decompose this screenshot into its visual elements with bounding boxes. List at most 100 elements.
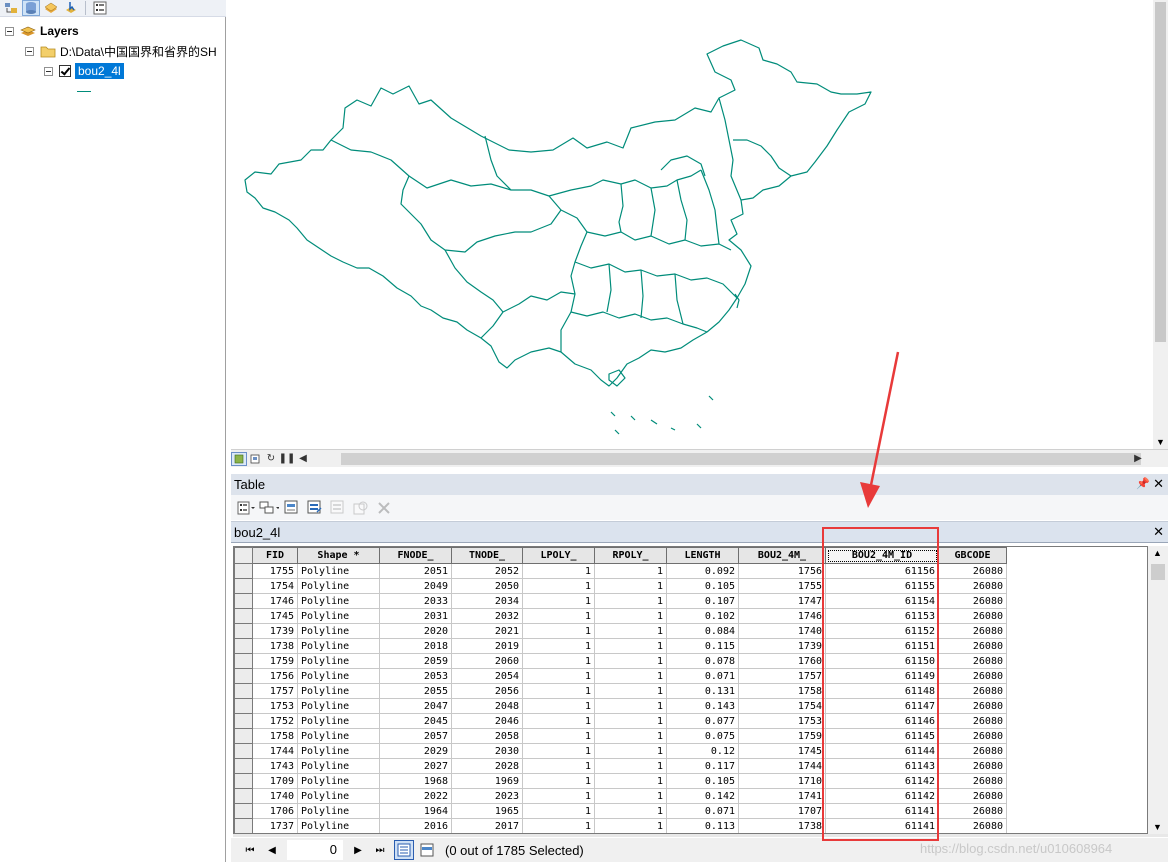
table-cell[interactable]: 0.12 bbox=[666, 743, 739, 759]
pin-icon[interactable]: 📌 bbox=[1136, 477, 1150, 490]
table-cell[interactable]: Polyline bbox=[297, 818, 380, 833]
table-cell[interactable]: 1965 bbox=[451, 803, 523, 819]
table-cell[interactable]: 1 bbox=[594, 623, 667, 639]
column-header[interactable]: Shape * bbox=[297, 547, 380, 564]
table-cell[interactable]: 0.071 bbox=[666, 668, 739, 684]
table-cell[interactable]: 26080 bbox=[938, 818, 1007, 833]
table-cell[interactable]: 61142 bbox=[825, 788, 939, 804]
table-cell[interactable]: 1 bbox=[594, 728, 667, 744]
table-cell[interactable]: 2031 bbox=[379, 608, 452, 624]
table-cell[interactable]: 1 bbox=[594, 683, 667, 699]
row-selector[interactable] bbox=[234, 653, 253, 669]
table-cell[interactable]: 61152 bbox=[825, 623, 939, 639]
table-cell[interactable]: 1755 bbox=[738, 578, 826, 594]
table-cell[interactable]: Polyline bbox=[297, 623, 380, 639]
table-cell[interactable]: 2045 bbox=[379, 713, 452, 729]
layer-node-bou2-4l[interactable]: bou2_4l bbox=[44, 62, 124, 80]
table-cell[interactable]: 61146 bbox=[825, 713, 939, 729]
scroll-right-icon[interactable]: ▶ bbox=[1130, 452, 1146, 466]
data-view-icon[interactable] bbox=[231, 451, 247, 466]
table-cell[interactable]: 2027 bbox=[379, 758, 452, 774]
table-cell[interactable]: 1 bbox=[522, 818, 595, 833]
table-cell[interactable]: 1758 bbox=[252, 728, 298, 744]
table-cell[interactable]: 2054 bbox=[451, 668, 523, 684]
table-row[interactable]: 1755 Polyline 2051 2052 1 1 0.092 1756 61156 2608… bbox=[234, 563, 1007, 579]
table-cell[interactable]: 61141 bbox=[825, 803, 939, 819]
current-record-input[interactable]: 0 bbox=[287, 840, 343, 860]
table-cell[interactable]: 61144 bbox=[825, 743, 939, 759]
collapse-icon[interactable] bbox=[44, 66, 53, 76]
table-cell[interactable]: 1 bbox=[594, 758, 667, 774]
row-selector[interactable] bbox=[234, 803, 253, 819]
table-cell[interactable]: 1 bbox=[522, 653, 595, 669]
table-cell[interactable]: 1759 bbox=[252, 653, 298, 669]
table-row[interactable]: 1739 Polyline 2020 2021 1 1 0.084 1740 61152 2608… bbox=[234, 623, 1007, 639]
row-selector[interactable] bbox=[234, 758, 253, 774]
close-table-tab-icon[interactable]: ✕ bbox=[1153, 524, 1164, 540]
table-row[interactable]: 1756 Polyline 2053 2054 1 1 0.071 1757 61149 2608… bbox=[234, 668, 1007, 684]
previous-record-icon[interactable]: ◀ bbox=[261, 841, 283, 859]
table-cell[interactable]: 1 bbox=[594, 638, 667, 654]
table-cell[interactable]: 2018 bbox=[379, 638, 452, 654]
table-row[interactable]: 1757 Polyline 2055 2056 1 1 0.131 1758 61148 2608… bbox=[234, 683, 1007, 699]
list-by-drawing-order-icon[interactable] bbox=[2, 0, 20, 16]
table-cell[interactable]: 2049 bbox=[379, 578, 452, 594]
pause-drawing-icon[interactable]: ❚❚ bbox=[279, 452, 296, 466]
table-cell[interactable]: 1 bbox=[522, 623, 595, 639]
table-cell[interactable]: 0.117 bbox=[666, 758, 739, 774]
table-cell[interactable]: 26080 bbox=[938, 743, 1007, 759]
table-cell[interactable]: 61143 bbox=[825, 758, 939, 774]
collapse-icon[interactable] bbox=[25, 46, 34, 56]
table-cell[interactable]: 2017 bbox=[451, 818, 523, 833]
table-cell[interactable]: 2021 bbox=[451, 623, 523, 639]
table-cell[interactable]: 2052 bbox=[451, 563, 523, 579]
table-cell[interactable]: Polyline bbox=[297, 668, 380, 684]
table-cell[interactable]: 1964 bbox=[379, 803, 452, 819]
table-cell[interactable]: 1709 bbox=[252, 773, 298, 789]
table-cell[interactable]: 1753 bbox=[738, 713, 826, 729]
table-cell[interactable]: 1739 bbox=[252, 623, 298, 639]
table-cell[interactable]: 2034 bbox=[451, 593, 523, 609]
table-cell[interactable]: 0.115 bbox=[666, 638, 739, 654]
table-cell[interactable]: 2022 bbox=[379, 788, 452, 804]
table-vertical-scrollbar[interactable]: ▲ ▼ bbox=[1148, 546, 1168, 834]
row-selector[interactable] bbox=[234, 728, 253, 744]
table-row[interactable]: 1706 Polyline 1964 1965 1 1 0.071 1707 61141 2608… bbox=[234, 803, 1007, 819]
column-header[interactable]: BOU2_4M_ID bbox=[825, 547, 939, 564]
table-cell[interactable]: 26080 bbox=[938, 773, 1007, 789]
table-cell[interactable]: 1760 bbox=[738, 653, 826, 669]
table-cell[interactable]: 0.107 bbox=[666, 593, 739, 609]
table-cell[interactable]: 1745 bbox=[252, 608, 298, 624]
table-cell[interactable]: 1707 bbox=[738, 803, 826, 819]
column-header[interactable]: LPOLY_ bbox=[522, 547, 595, 564]
table-cell[interactable]: 2058 bbox=[451, 728, 523, 744]
row-selector[interactable] bbox=[234, 743, 253, 759]
table-cell[interactable]: 1745 bbox=[738, 743, 826, 759]
table-cell[interactable]: 1 bbox=[522, 713, 595, 729]
table-cell[interactable]: 2056 bbox=[451, 683, 523, 699]
table-cell[interactable]: 1 bbox=[594, 713, 667, 729]
column-header[interactable]: BOU2_4M_ bbox=[738, 547, 826, 564]
table-row[interactable]: 1709 Polyline 1968 1969 1 1 0.105 1710 61142 2608… bbox=[234, 773, 1007, 789]
layer-visibility-checkbox[interactable] bbox=[59, 65, 71, 77]
table-horizontal-scrollbar[interactable] bbox=[233, 834, 1168, 837]
column-header[interactable]: TNODE_ bbox=[451, 547, 523, 564]
scroll-down-icon[interactable]: ▼ bbox=[1156, 437, 1165, 447]
scrollbar-thumb[interactable] bbox=[1155, 2, 1166, 342]
column-header[interactable]: RPOLY_ bbox=[594, 547, 667, 564]
table-cell[interactable]: 1744 bbox=[252, 743, 298, 759]
table-cell[interactable]: 2050 bbox=[451, 578, 523, 594]
table-cell[interactable]: 1756 bbox=[738, 563, 826, 579]
scroll-left-icon[interactable]: ◀ bbox=[295, 452, 311, 466]
table-cell[interactable]: Polyline bbox=[297, 773, 380, 789]
table-cell[interactable]: 1 bbox=[594, 788, 667, 804]
table-cell[interactable]: Polyline bbox=[297, 803, 380, 819]
row-selector[interactable] bbox=[234, 578, 253, 594]
table-cell[interactable]: 1 bbox=[594, 743, 667, 759]
table-cell[interactable]: 1706 bbox=[252, 803, 298, 819]
table-cell[interactable]: Polyline bbox=[297, 608, 380, 624]
table-cell[interactable]: 1 bbox=[594, 593, 667, 609]
table-cell[interactable]: 26080 bbox=[938, 683, 1007, 699]
layers-node[interactable]: Layers bbox=[5, 22, 79, 40]
table-cell[interactable]: 1754 bbox=[252, 578, 298, 594]
